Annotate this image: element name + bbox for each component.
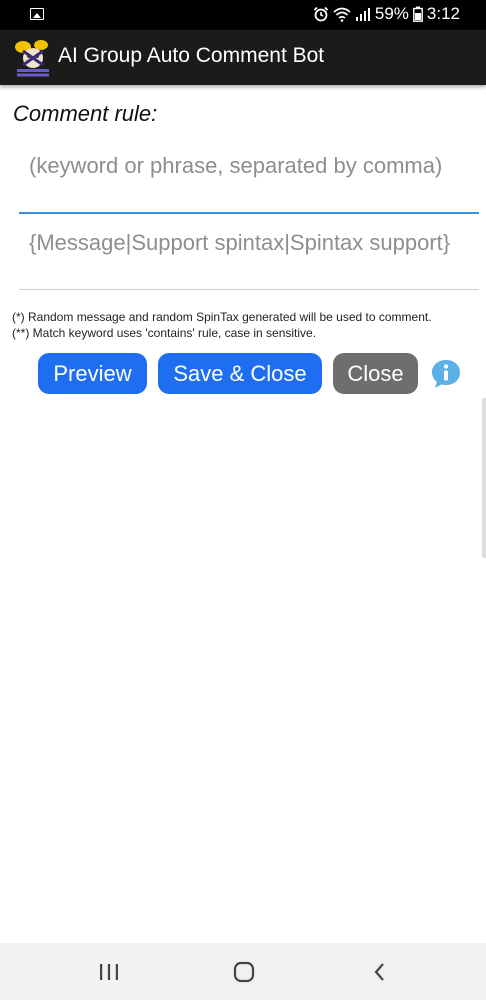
status-icons: 59% 3:12 <box>313 4 460 24</box>
alarm-icon <box>313 6 329 22</box>
recents-icon <box>100 964 118 980</box>
battery-percent: 59% <box>374 4 409 23</box>
message-input[interactable]: {Message|Support spintax|Spintax support… <box>19 229 479 290</box>
save-close-button[interactable]: Save & Close <box>158 353 322 394</box>
recents-button[interactable] <box>89 957 129 987</box>
info-icon[interactable] <box>430 358 462 390</box>
message-placeholder: {Message|Support spintax|Spintax support… <box>29 230 451 255</box>
random-note: (*) Random message and random SpinTax ge… <box>12 310 432 324</box>
wifi-icon <box>333 7 351 22</box>
keyword-input[interactable]: (keyword or phrase, separated by comma) <box>19 152 479 214</box>
edge-panel-handle[interactable] <box>482 398 486 558</box>
preview-button[interactable]: Preview <box>38 353 147 394</box>
app-bar: AI Group Auto Comment Bot <box>0 30 486 85</box>
battery-icon <box>413 6 423 22</box>
close-button[interactable]: Close <box>333 353 418 394</box>
app-title: AI Group Auto Comment Bot <box>58 44 325 67</box>
status-time: 3:12 <box>426 4 460 23</box>
back-button[interactable] <box>360 957 400 987</box>
comment-rule-label: Comment rule: <box>13 101 158 126</box>
app-logo-icon <box>15 40 49 77</box>
home-button[interactable] <box>224 957 264 987</box>
match-note: (**) Match keyword uses 'contains' rule,… <box>12 326 317 340</box>
home-icon <box>233 961 255 983</box>
keyword-placeholder: (keyword or phrase, separated by comma) <box>29 153 443 178</box>
back-icon <box>374 963 384 981</box>
status-bar: 59% 3:12 <box>0 0 486 30</box>
nav-bar <box>0 943 486 1000</box>
signal-icon <box>355 8 370 21</box>
image-icon <box>30 8 44 20</box>
